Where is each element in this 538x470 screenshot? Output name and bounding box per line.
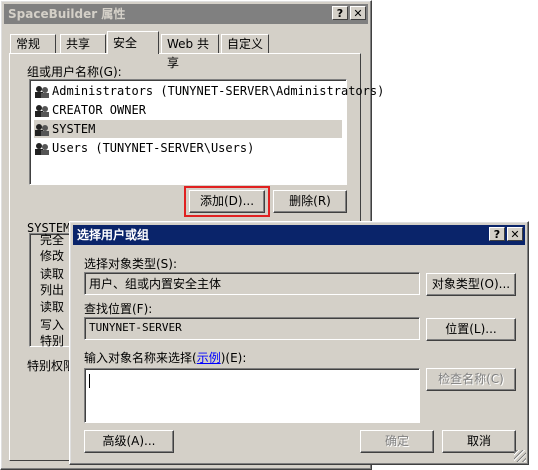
users-list[interactable]: Administrators (TUNYNET-SERVER\Administr… [29,79,384,185]
permission-item: 完全 [40,233,65,247]
user-group-icon [34,104,50,118]
list-item[interactable]: Users (TUNYNET-SERVER\Users) [34,139,342,157]
properties-titlebar: SpaceBuilder 属性 ? ✕ [4,4,368,24]
permission-item: 写入 [40,318,65,332]
tab-sharing[interactable]: 共享 [60,34,106,53]
object-name-input[interactable] [84,368,420,423]
close-button[interactable]: ✕ [507,227,523,241]
check-names-button[interactable]: 检查名称(C) [426,368,516,391]
list-item-selected[interactable]: SYSTEM [34,120,342,138]
help-button[interactable]: ? [489,227,505,241]
list-item[interactable]: Administrators (TUNYNET-SERVER\Administr… [34,82,384,100]
tab-general[interactable]: 常规 [10,34,56,53]
resize-grip-icon[interactable] [514,450,526,462]
group-label: 组或用户名称(G): [27,65,122,79]
object-type-label: 选择对象类型(S): [84,257,178,271]
permission-item: 特别 [40,334,65,348]
close-button[interactable]: ✕ [350,6,366,20]
user-group-icon [34,142,50,156]
help-button[interactable]: ? [332,6,348,20]
select-users-dialog: 选择用户或组 ? ✕ 选择对象类型(S): 用户、组或内置安全主体 对象类型(O… [69,221,529,465]
object-type-field: 用户、组或内置安全主体 [84,272,420,295]
permission-item: 修改 [40,249,65,263]
remove-button[interactable]: 删除(R) [273,190,347,213]
examples-link[interactable]: 示例 [197,351,221,365]
permission-item: 读取 [40,300,65,314]
ok-button[interactable]: 确定 [360,430,434,453]
permission-item: 列出 [40,283,65,297]
cancel-button[interactable]: 取消 [442,430,516,453]
user-group-icon [34,123,50,137]
special-permissions-label: 特别权限 [27,359,76,373]
tab-security[interactable]: 安全 [107,31,159,54]
dialog-titlebar: 选择用户或组 ? ✕ [73,225,525,245]
advanced-button[interactable]: 高级(A)... [84,430,174,453]
permission-item: 读取 [40,267,65,281]
location-label: 查找位置(F): [84,302,153,316]
object-name-label: 输入对象名称来选择(示例)(E): [84,351,247,365]
dialog-title: 选择用户或组 [77,228,150,242]
list-item[interactable]: CREATOR OWNER [34,101,342,119]
locations-button[interactable]: 位置(L)... [426,318,516,341]
tab-custom[interactable]: 自定义 [221,34,269,53]
properties-title: SpaceBuilder 属性 [8,7,126,21]
add-button[interactable]: 添加(D)... [189,190,265,213]
text-cursor [89,374,90,388]
tab-web-sharing[interactable]: Web 共享 [161,34,219,70]
location-field: TUNYNET-SERVER [84,317,420,340]
user-group-icon [34,85,50,99]
object-types-button[interactable]: 对象类型(O)... [426,273,516,296]
